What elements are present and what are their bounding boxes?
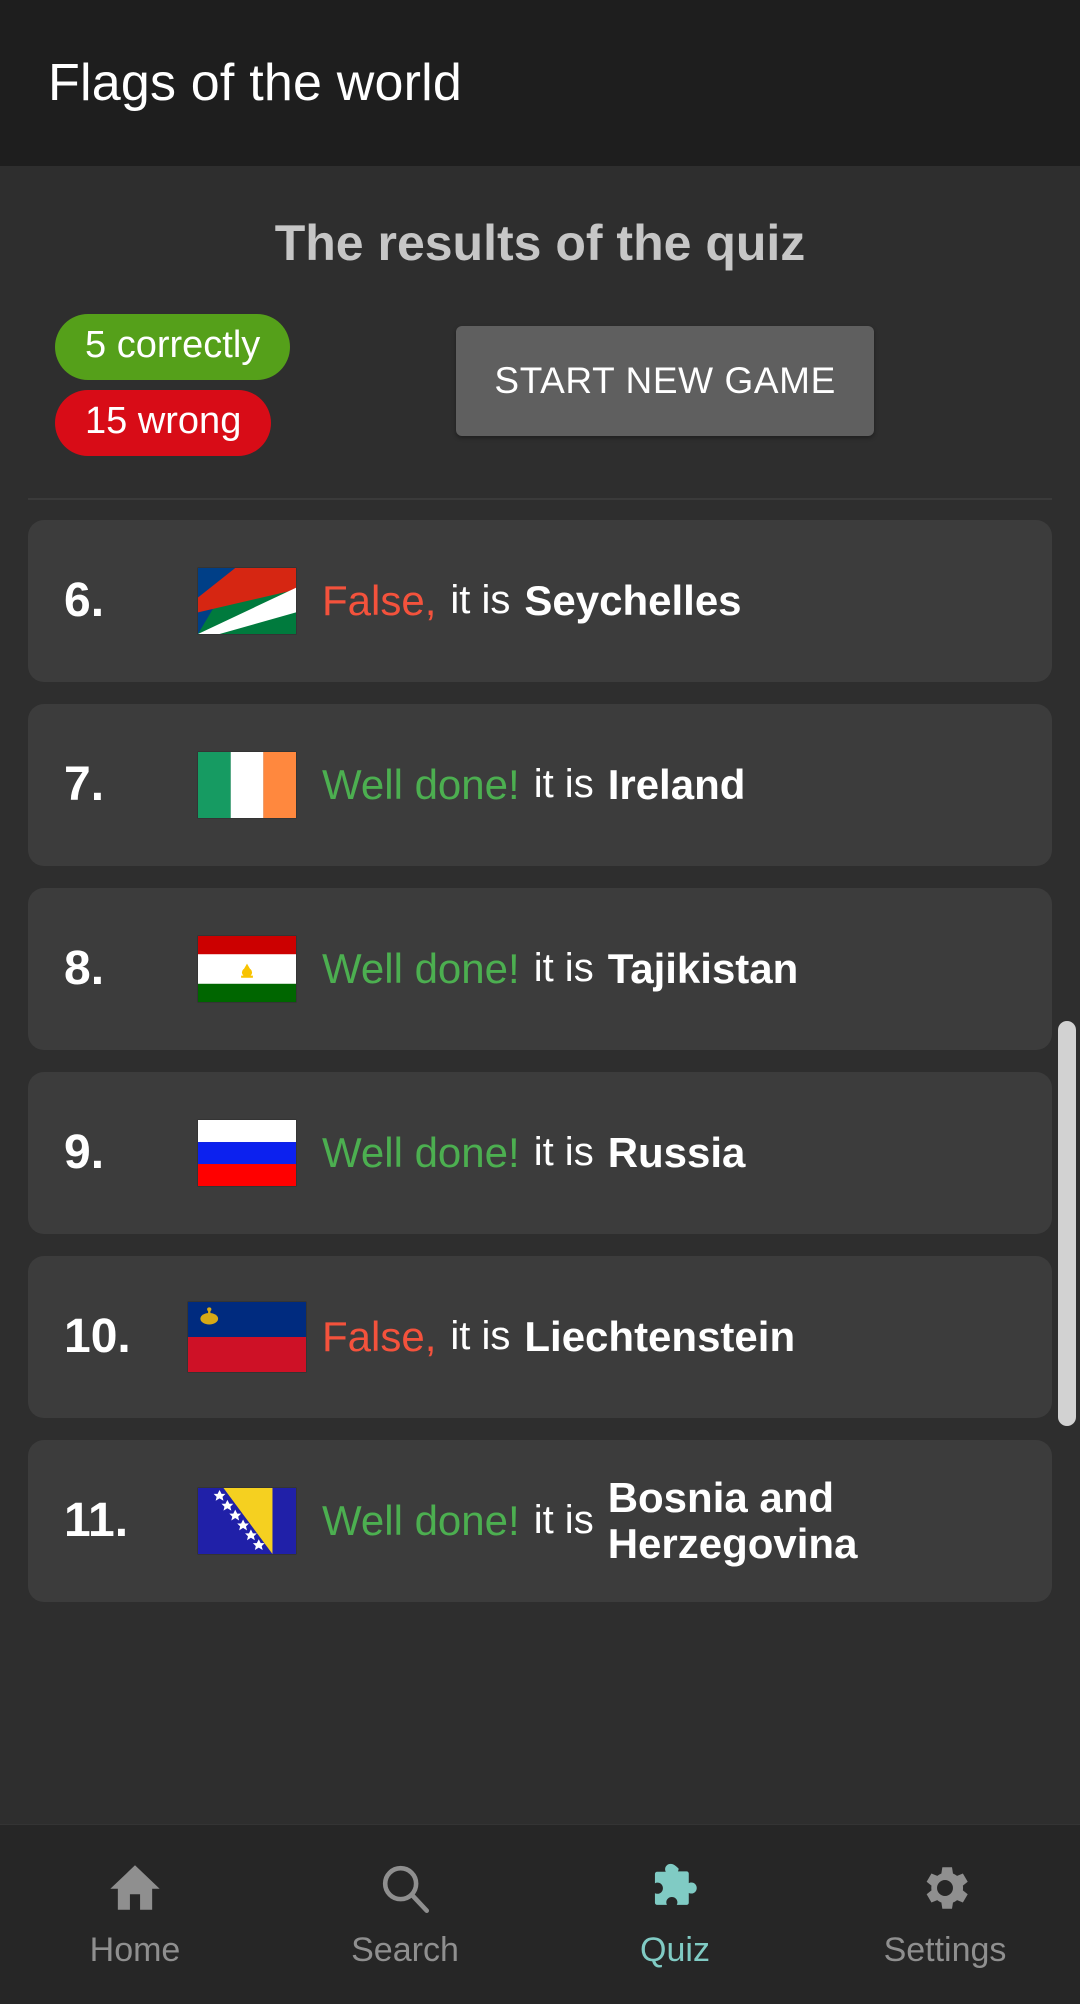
result-country-name: Bosnia and Herzegovina [607, 1474, 858, 1567]
result-verdict: Well done! [322, 1128, 520, 1176]
results-summary: 5 correctly 15 wrong START NEW GAME [0, 314, 1080, 456]
flag-tajikistan-icon [172, 935, 322, 1002]
result-row-number: 8. [64, 942, 105, 996]
app-bar: Flags of the world [0, 0, 1080, 166]
result-row-answer: False, it is Seychelles [322, 577, 1024, 625]
section-divider [28, 497, 1052, 500]
result-country-name: Russia [607, 1129, 746, 1177]
result-row-answer: Well done! it is Ireland [322, 761, 1024, 809]
result-row-answer: False, it is Liechtenstein [322, 1313, 1024, 1361]
results-list: 6. False, it is Seychelles 7. Well done! it … [0, 519, 1080, 1602]
flag-liechtenstein-icon [172, 1301, 322, 1372]
result-country-name: Tajikistan [607, 945, 799, 993]
result-connector-text: it is [450, 1314, 511, 1359]
result-connector-text: it is [533, 762, 594, 807]
result-verdict: False, [322, 576, 437, 624]
result-row-answer: Well done! it is Russia [322, 1129, 1024, 1177]
result-row-answer: Well done! it is Tajikistan [322, 945, 1024, 993]
nav-item-home[interactable]: Home [0, 1859, 270, 1970]
result-country-name: Seychelles [524, 577, 742, 625]
flag-russia-icon [172, 1119, 322, 1186]
search-icon [376, 1859, 434, 1917]
flag-ireland-icon [172, 751, 322, 818]
wrong-count-badge: 15 wrong [55, 389, 272, 456]
result-connector-text: it is [533, 1130, 594, 1175]
app-title: Flags of the world [48, 54, 463, 112]
nav-label-home: Home [89, 1931, 181, 1969]
bottom-navigation-bar: Home Search Quiz Settings [0, 1824, 1080, 2004]
result-verdict: Well done! [322, 1496, 520, 1544]
new-game-button-wrap: START NEW GAME [290, 314, 1040, 436]
app-screen: Flags of the world The results of the qu… [0, 0, 1080, 2004]
nav-label-quiz: Quiz [640, 1931, 710, 1969]
result-country-name: Ireland [607, 761, 746, 809]
result-row: 9. Well done! it is Russia [28, 1071, 1052, 1234]
result-connector-text: it is [533, 946, 594, 991]
result-connector-text: it is [450, 578, 511, 623]
result-verdict: Well done! [322, 760, 520, 808]
result-row-number: 11. [64, 1494, 129, 1548]
result-verdict: False, [322, 1312, 437, 1360]
gear-icon [916, 1859, 974, 1917]
result-verdict: Well done! [322, 944, 520, 992]
nav-item-quiz[interactable]: Quiz [540, 1859, 810, 1970]
result-row: 6. False, it is Seychelles [28, 519, 1052, 682]
nav-label-search: Search [351, 1931, 459, 1969]
score-badges: 5 correctly 15 wrong [55, 314, 291, 456]
start-new-game-button[interactable]: START NEW GAME [456, 326, 874, 436]
result-row: 10. False, it is Liechtenstein [28, 1255, 1052, 1418]
quiz-results-content: The results of the quiz 5 correctly 15 w… [0, 166, 1080, 1824]
result-row-number: 6. [64, 574, 105, 628]
results-heading: The results of the quiz [274, 215, 806, 271]
result-row: 8. Well done! it is Tajikistan [28, 887, 1052, 1050]
result-row-number: 9. [64, 1126, 105, 1180]
vertical-scrollbar-thumb[interactable] [1058, 1021, 1076, 1426]
nav-item-search[interactable]: Search [270, 1859, 540, 1970]
result-row-number: 10. [64, 1310, 131, 1364]
home-icon [106, 1859, 164, 1917]
result-row-number: 7. [64, 758, 105, 812]
correct-count-badge: 5 correctly [55, 314, 291, 380]
result-country-name: Liechtenstein [524, 1313, 796, 1361]
result-row-answer: Well done! it is Bosnia and Herzegovina [322, 1475, 1024, 1566]
result-row: 11. Well done! it is Bosnia and Herzegovin… [28, 1439, 1052, 1602]
nav-item-settings[interactable]: Settings [810, 1859, 1080, 1970]
flag-seychelles-icon [172, 567, 322, 634]
flag-bosnia-icon [172, 1487, 322, 1554]
nav-label-settings: Settings [883, 1931, 1007, 1969]
result-connector-text: it is [533, 1498, 594, 1543]
puzzle-piece-icon [646, 1859, 704, 1917]
result-row: 7. Well done! it is Ireland [28, 703, 1052, 866]
